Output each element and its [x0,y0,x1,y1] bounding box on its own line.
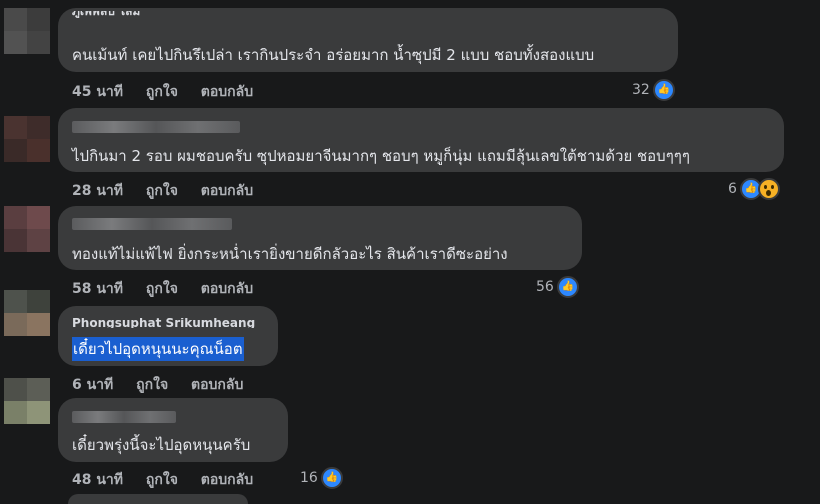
comment-bubble: ภูเพพลป ไลม คนเม้นท์ เคยไปกินรึเปล่า เรา… [58,8,678,72]
comment-author[interactable]: Phongsuphat Srikumheang [72,318,255,328]
comment-bubble: ทองแท้ไม่แพ้ไฟ ยิ่งกระหน่ำเรายิ่งขายดีกล… [58,206,582,270]
comment-actions: 28 นาที ถูกใจ ตอบกลับ [72,180,271,202]
avatar[interactable] [4,206,50,252]
like-button[interactable]: ถูกใจ [146,183,178,199]
reaction-summary[interactable]: 6 👍 [728,178,780,200]
comment-timestamp[interactable]: 45 นาที [72,84,123,100]
reaction-summary[interactable]: 56 👍 [536,276,579,298]
comment-bubble: ไปกินมา 2 รอบ ผมชอบครับ ซุปหอมยาจีนมากๆ … [58,108,784,172]
like-icon: 👍 [556,276,579,298]
comment-author[interactable]: ภูเพพลป ไลม [72,11,140,18]
comment-timestamp[interactable]: 6 นาที [72,377,113,393]
wow-icon [757,178,780,200]
comment-text: คนเม้นท์ เคยไปกินรึเปล่า เรากินประจำ อร่… [72,46,595,64]
comment-text: ไปกินมา 2 รอบ ผมชอบครับ ซุปหอมยาจีนมากๆ … [72,147,690,165]
comment-author[interactable] [72,218,232,230]
reaction-summary[interactable]: 16 👍 [300,467,343,489]
like-button[interactable]: ถูกใจ [136,377,168,393]
next-comment-bubble [68,494,248,504]
comment-timestamp[interactable]: 28 นาที [72,183,123,199]
like-icon: 👍 [320,467,343,489]
comment-text: เดี๋ยวไปอุดหนุนนะคุณน็อต [72,337,244,361]
comment-text: ทองแท้ไม่แพ้ไฟ ยิ่งกระหน่ำเรายิ่งขายดีกล… [72,245,508,263]
comment-author[interactable] [72,411,176,423]
comment-timestamp[interactable]: 48 นาที [72,472,123,488]
reaction-count: 16 [300,470,318,486]
avatar[interactable] [4,116,50,162]
like-button[interactable]: ถูกใจ [146,84,178,100]
comment-actions: 45 นาที ถูกใจ ตอบกลับ [72,81,271,103]
like-icon: 👍 [652,79,675,101]
avatar[interactable] [4,290,50,336]
comment-bubble: เดี๋ยวพรุ่งนี้จะไปอุดหนุนครับ [58,398,288,462]
avatar[interactable] [4,378,50,424]
reply-button[interactable]: ตอบกลับ [201,472,253,488]
reaction-count: 56 [536,279,554,295]
comment-author[interactable] [72,121,240,133]
like-button[interactable]: ถูกใจ [146,472,178,488]
reply-button[interactable]: ตอบกลับ [201,84,253,100]
reaction-summary[interactable]: 32 👍 [632,79,675,101]
reaction-count: 32 [632,82,650,98]
comment-actions: 6 นาที ถูกใจ ตอบกลับ [72,374,261,396]
reply-button[interactable]: ตอบกลับ [201,281,253,297]
comment-actions: 48 นาที ถูกใจ ตอบกลับ [72,469,271,491]
comment-bubble: Phongsuphat Srikumheang เดี๋ยวไปอุดหนุนน… [58,306,278,366]
reply-button[interactable]: ตอบกลับ [191,377,243,393]
comment-timestamp[interactable]: 58 นาที [72,281,123,297]
comment-text: เดี๋ยวพรุ่งนี้จะไปอุดหนุนครับ [72,436,251,454]
comment-actions: 58 นาที ถูกใจ ตอบกลับ [72,278,271,300]
reaction-count: 6 [728,181,737,197]
like-button[interactable]: ถูกใจ [146,281,178,297]
avatar[interactable] [4,8,50,54]
reply-button[interactable]: ตอบกลับ [201,183,253,199]
